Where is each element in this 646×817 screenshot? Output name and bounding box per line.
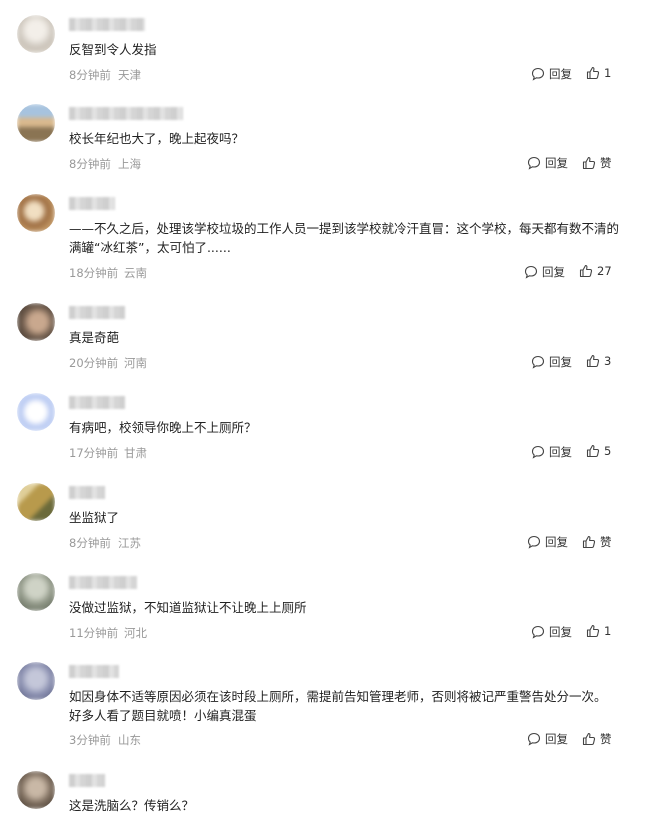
reply-button[interactable]: 回复 [527,731,568,747]
like-count: 1 [604,66,612,80]
username-blurred[interactable] [69,107,183,120]
avatar[interactable] [17,393,55,431]
like-button[interactable]: 赞 [582,534,612,550]
username-blurred[interactable] [69,486,105,499]
like-button[interactable]: 1 [586,624,611,638]
thumbs-up-icon [586,354,600,368]
comment-location: 甘肃 [124,446,147,460]
thumbs-up-icon [582,156,596,170]
username-blurred[interactable] [69,774,105,787]
username-blurred[interactable] [69,306,125,319]
comment-text: 没做过监狱，不知道监狱让不让晚上上厕所 [69,600,307,615]
like-button[interactable]: 1 [586,66,611,80]
like-count: 赞 [600,535,612,549]
avatar[interactable] [17,662,55,700]
comment-time: 18分钟前 [69,266,119,280]
comment-icon [527,732,541,746]
reply-label: 回复 [542,265,565,279]
comment-time: 3分钟前 [69,733,111,747]
avatar[interactable] [17,483,55,521]
comment-location: 山东 [118,733,141,747]
thumbs-up-icon [586,444,600,458]
comment-location: 天津 [118,68,141,82]
comment-icon [531,355,545,369]
comment-text: 如因身体不适等原因必须在该时段上厕所，需提前告知管理老师，否则将被记严重警告处分… [69,689,607,723]
username-blurred[interactable] [69,396,125,409]
thumbs-up-icon [579,264,593,278]
like-count: 赞 [600,732,612,746]
comment-text: 真是奇葩 [69,330,120,345]
comment-location: 河南 [124,356,147,370]
comment-time: 20分钟前 [69,356,119,370]
thumbs-up-icon [586,66,600,80]
like-button[interactable]: 27 [579,264,612,278]
like-count: 赞 [600,156,612,170]
reply-label: 回复 [549,445,572,459]
comment-time: 8分钟前 [69,157,111,171]
comment-icon [531,625,545,639]
reply-label: 回复 [549,355,572,369]
username-blurred[interactable] [69,576,137,589]
avatar[interactable] [17,104,55,142]
comment-time: 11分钟前 [69,626,119,640]
comment-location: 上海 [118,157,141,171]
reply-button[interactable]: 回复 [531,444,572,460]
like-button[interactable]: 赞 [582,731,612,747]
reply-button[interactable]: 回复 [531,354,572,370]
comment-time: 8分钟前 [69,536,111,550]
like-button[interactable]: 3 [586,354,611,368]
comment-icon [524,265,538,279]
reply-label: 回复 [545,156,568,170]
reply-button[interactable]: 回复 [527,534,568,550]
avatar[interactable] [17,15,55,53]
comment-icon [527,156,541,170]
reply-button[interactable]: 回复 [527,155,568,171]
comment-text: 坐监狱了 [69,510,120,525]
username-blurred[interactable] [69,18,145,31]
thumbs-up-icon [582,535,596,549]
like-count: 3 [604,354,612,368]
comment-location: 云南 [124,266,147,280]
like-button[interactable]: 5 [586,444,611,458]
reply-button[interactable]: 回复 [524,264,565,280]
username-blurred[interactable] [69,197,115,210]
avatar[interactable] [17,771,55,809]
like-count: 27 [597,264,612,278]
comment-icon [531,445,545,459]
thumbs-up-icon [586,624,600,638]
reply-label: 回复 [545,535,568,549]
like-count: 1 [604,624,612,638]
comment-text: 这是洗脑么？传销么？ [69,798,195,813]
reply-button[interactable]: 回复 [531,624,572,640]
comment-time: 8分钟前 [69,68,111,82]
reply-label: 回复 [549,67,572,81]
avatar[interactable] [17,194,55,232]
thumbs-up-icon [582,732,596,746]
comment-text: 反智到令人发指 [69,42,157,57]
comment-icon [527,535,541,549]
like-button[interactable]: 赞 [582,155,612,171]
avatar[interactable] [17,303,55,341]
avatar[interactable] [17,573,55,611]
comment-location: 河北 [124,626,147,640]
comment-text: 校长年纪也大了，晚上起夜吗？ [69,131,245,146]
reply-label: 回复 [545,732,568,746]
reply-label: 回复 [549,625,572,639]
reply-button[interactable]: 回复 [531,66,572,82]
like-count: 5 [604,444,612,458]
comment-location: 江苏 [118,536,141,550]
comment-icon [531,67,545,81]
comment-time: 17分钟前 [69,446,119,460]
username-blurred[interactable] [69,665,119,678]
comment-text: 有病吧，校领导你晚上不上厕所？ [69,420,257,435]
comment-text: ——不久之后，处理该学校垃圾的工作人员一提到该学校就冷汗直冒：这个学校，每天都有… [69,221,620,255]
